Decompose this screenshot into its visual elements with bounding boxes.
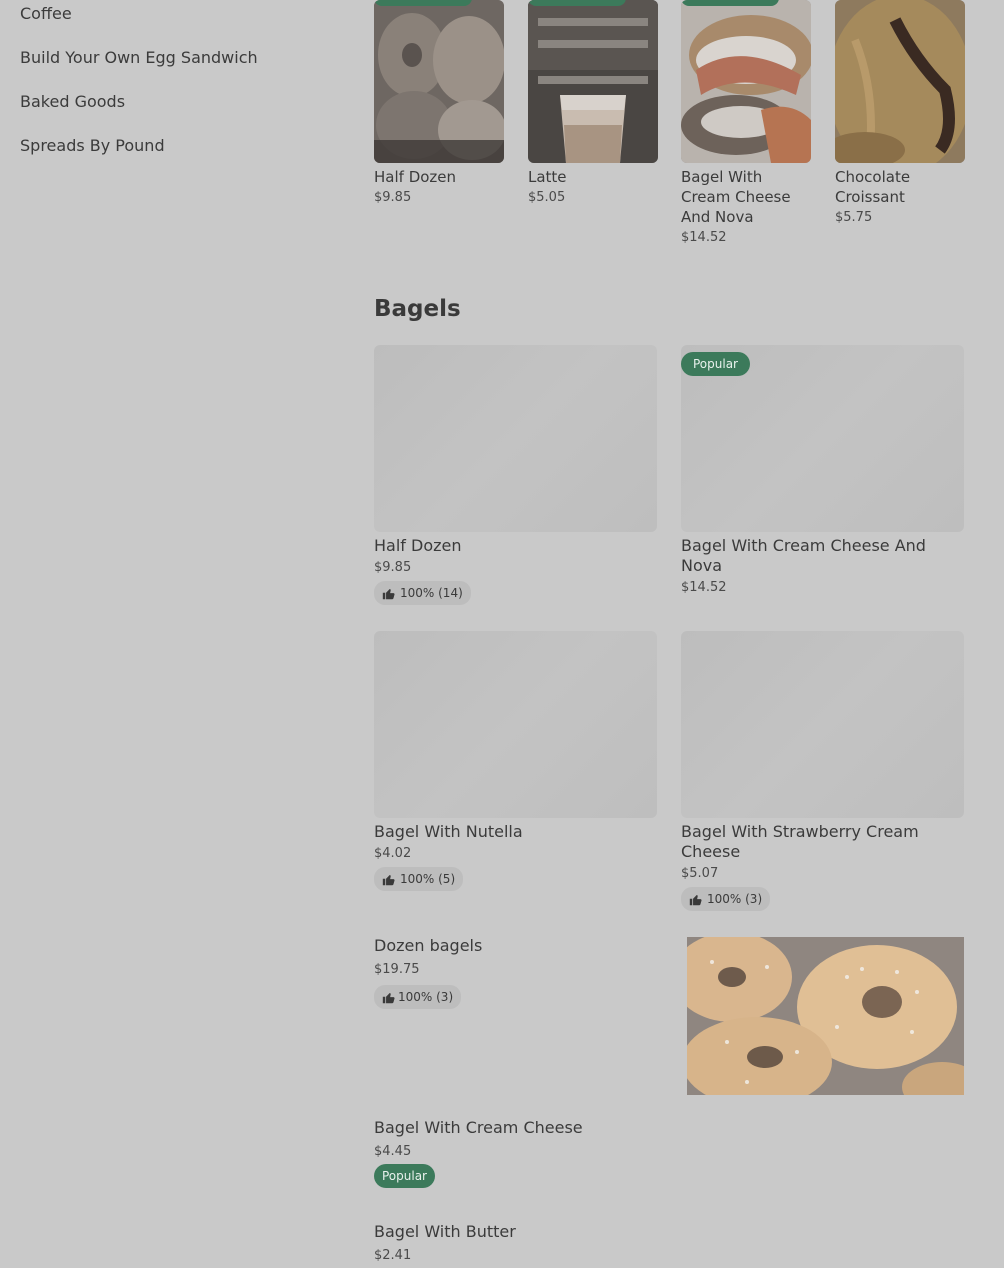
item-image-placeholder [374,631,657,818]
item-price: $9.85 [374,560,412,575]
featured-item-price: $5.05 [528,190,566,205]
item-name: Dozen bagels [374,936,483,955]
item-image-placeholder [374,345,657,532]
item-name: Bagel With Cream Cheese And Nova [681,536,926,575]
section-title-bagels: Bagels [374,296,461,322]
featured-badge [681,0,779,6]
item-name: Bagel With Cream Cheese [374,1118,583,1137]
menu-item-card[interactable]: Half Dozen $9.85 100% (14) [374,345,657,605]
featured-badge [528,0,626,6]
dozen-bagels-photo [687,937,964,1095]
rating-badge: 100% (14) [374,581,471,605]
thumbs-up-icon [382,874,395,885]
item-price: $4.45 [374,1144,412,1159]
item-price: $4.02 [374,846,412,861]
item-price: $19.75 [374,962,420,977]
menu-list-item[interactable]: Dozen bagels $19.75 100% (3) [374,936,674,1009]
item-name: Bagel With Butter [374,1222,516,1241]
featured-item-card[interactable]: Chocolate Croissant $5.75 [835,0,965,225]
featured-item-name: Half Dozen [374,168,457,186]
featured-badge [374,0,472,6]
chocolate-croissant-photo [835,0,965,163]
menu-list-item[interactable]: Bagel With Cream Cheese $4.45 Popular [374,1118,674,1188]
featured-item-price: $14.52 [681,230,727,245]
item-price: $2.41 [374,1248,412,1263]
half-dozen-photo [374,0,504,163]
sidebar-item-spreads-by-pound[interactable]: Spreads By Pound [20,132,340,176]
item-price: $5.07 [681,866,719,881]
featured-item-card[interactable]: Latte $5.05 [528,0,658,205]
thumbs-up-icon [382,992,395,1003]
rating-badge: 100% (3) [374,985,462,1009]
item-name: Bagel With Strawberry Cream Cheese [681,822,919,861]
rating-text: 100% (5) [400,872,456,886]
rating-text: 100% (14) [400,586,463,600]
menu-list-item[interactable]: Bagel With Butter $2.41 [374,1222,674,1263]
featured-item-name: Latte [528,168,567,186]
sidebar-item-build-your-own-egg-sandwich[interactable]: Build Your Own Egg Sandwich [20,44,340,88]
item-price: $14.52 [681,580,727,595]
featured-item-price: $9.85 [374,190,412,205]
menu-item-card[interactable]: Bagel With Strawberry Cream Cheese $5.07… [681,631,964,911]
sidebar-item-baked-goods[interactable]: Baked Goods [20,88,340,132]
rating-text: 100% (3) [707,892,763,906]
popular-badge: Popular [374,1164,435,1188]
menu-main: Half Dozen $9.85 Latte $5.05 Bagel With … [374,0,965,1268]
featured-item-price: $5.75 [835,210,873,225]
item-image-placeholder: Popular [681,345,964,532]
popular-badge: Popular [681,352,750,376]
item-name: Half Dozen [374,536,462,555]
menu-item-card[interactable]: Popular Bagel With Cream Cheese And Nova… [681,345,964,595]
item-image-placeholder [681,631,964,818]
sidebar-item-coffee[interactable]: Coffee [20,0,340,44]
rating-text: 100% (3) [398,990,454,1004]
rating-badge: 100% (5) [374,867,464,891]
thumbs-up-icon [382,588,395,599]
featured-item-name: Chocolate Croissant [835,168,911,206]
category-sidebar: Coffee Build Your Own Egg Sandwich Baked… [20,0,340,176]
featured-item-card[interactable]: Bagel With Cream Cheese And Nova $14.52 [681,0,811,245]
featured-item-name: Bagel With Cream Cheese And Nova [681,168,791,226]
rating-badge: 100% (3) [681,887,771,911]
featured-item-card[interactable]: Half Dozen $9.85 [374,0,504,205]
latte-photo [528,0,658,163]
menu-item-card[interactable]: Bagel With Nutella $4.02 100% (5) [374,631,657,891]
bagel-nova-photo [681,0,811,163]
thumbs-up-icon [689,894,702,905]
item-name: Bagel With Nutella [374,822,523,841]
